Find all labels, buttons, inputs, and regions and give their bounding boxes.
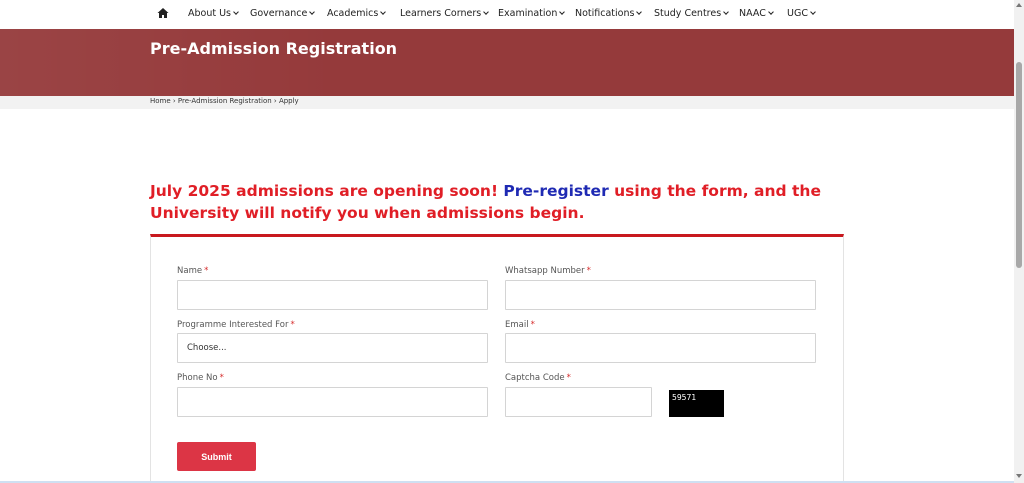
nav-naac-label: NAAC: [739, 8, 766, 19]
submit-button[interactable]: Submit: [177, 442, 256, 471]
nav-about-us-label: About Us: [188, 8, 232, 19]
captcha-input[interactable]: [505, 387, 652, 417]
nav-academics-label: Academics: [327, 8, 379, 19]
top-navigation: About Us Governance Academics Learners C…: [0, 0, 1014, 29]
nav-academics[interactable]: Academics: [327, 8, 387, 19]
nav-ugc-label: UGC: [787, 8, 808, 19]
nav-learners-corners-label: Learners Corners: [400, 8, 482, 19]
scroll-up-icon[interactable]: [1016, 3, 1022, 7]
breadcrumb-bar: Home › Pre-Admission Registration › Appl…: [0, 96, 1014, 109]
captcha-image: 59571: [669, 390, 724, 417]
scrollbar-thumb[interactable]: [1016, 62, 1022, 268]
breadcrumb[interactable]: Home › Pre-Admission Registration › Appl…: [150, 97, 299, 105]
page-title: Pre-Admission Registration: [150, 39, 398, 58]
chevron-down-icon: [768, 9, 774, 15]
nav-governance[interactable]: Governance: [250, 8, 316, 19]
nav-study-centres[interactable]: Study Centres: [654, 8, 730, 19]
required-mark: *: [586, 266, 591, 276]
chevron-down-icon: [723, 9, 730, 15]
nav-notifications[interactable]: Notifications: [575, 8, 643, 19]
whatsapp-label: Whatsapp Number *: [505, 266, 591, 276]
page-scrollbar[interactable]: [1014, 0, 1024, 483]
name-label: Name *: [177, 266, 209, 276]
phone-label: Phone No *: [177, 373, 224, 383]
email-input[interactable]: [505, 333, 816, 363]
chevron-down-icon: [309, 9, 316, 15]
nav-examination[interactable]: Examination: [498, 8, 566, 19]
nav-notifications-label: Notifications: [575, 8, 635, 19]
required-mark: *: [219, 373, 224, 383]
required-mark: *: [290, 320, 295, 330]
programme-select-value: Choose...: [187, 343, 227, 353]
nav-governance-label: Governance: [250, 8, 308, 19]
required-mark: *: [566, 373, 571, 383]
programme-select[interactable]: Choose...: [177, 333, 488, 363]
chevron-down-icon: [233, 9, 239, 15]
nav-ugc[interactable]: UGC: [787, 8, 816, 19]
name-input[interactable]: [177, 280, 488, 310]
scroll-down-icon[interactable]: [1016, 474, 1022, 478]
chevron-down-icon: [810, 9, 816, 15]
pre-register-link[interactable]: Pre-register: [503, 182, 608, 200]
nav-about-us[interactable]: About Us: [188, 8, 239, 19]
captcha-label: Captcha Code *: [505, 373, 571, 383]
required-mark: *: [530, 320, 535, 330]
nav-study-centres-label: Study Centres: [654, 8, 722, 19]
required-mark: *: [204, 266, 209, 276]
email-label: Email *: [505, 320, 535, 330]
phone-input[interactable]: [177, 387, 488, 417]
chevron-down-icon: [636, 9, 643, 15]
nav-learners-corners[interactable]: Learners Corners: [400, 8, 490, 19]
admission-notice: July 2025 admissions are opening soon! P…: [150, 180, 830, 224]
chevron-down-icon: [380, 9, 387, 15]
notice-text-start: July 2025 admissions are opening soon!: [150, 182, 504, 200]
programme-label: Programme Interested For *: [177, 320, 295, 330]
home-icon[interactable]: [157, 7, 169, 19]
page-banner: Pre-Admission Registration: [0, 29, 1014, 96]
nav-examination-label: Examination: [498, 8, 558, 19]
nav-naac[interactable]: NAAC: [739, 8, 774, 19]
chevron-down-icon: [559, 9, 566, 15]
chevron-down-icon: [483, 9, 490, 15]
whatsapp-input[interactable]: [505, 280, 816, 310]
